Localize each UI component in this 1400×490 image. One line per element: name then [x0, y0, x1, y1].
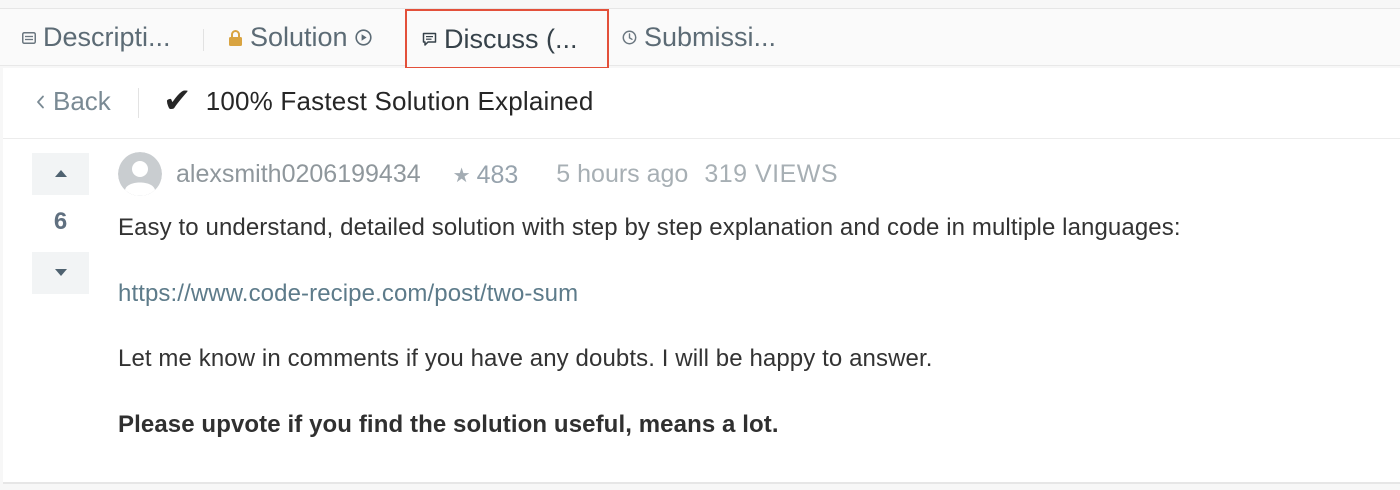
chevron-left-icon — [36, 95, 45, 109]
tab-label: Descripti... — [43, 22, 171, 52]
caret-up-icon — [54, 165, 68, 183]
post-timestamp: 5 hours ago — [556, 160, 689, 188]
topic-title: ✔ 100% Fastest Solution Explained — [163, 84, 593, 118]
discussion-panel: Back ✔ 100% Fastest Solution Explained 6 — [3, 68, 1400, 484]
clock-icon — [622, 30, 637, 45]
upvote-button[interactable] — [32, 153, 89, 195]
view-count: 319 VIEWS — [704, 160, 839, 188]
post-paragraph: Let me know in comments if you have any … — [118, 345, 933, 372]
play-circle-icon — [354, 29, 372, 46]
post-paragraph: Easy to understand, detailed solution wi… — [118, 214, 1181, 241]
lock-icon — [228, 29, 243, 47]
tab-submissions[interactable]: Submissi... — [622, 9, 776, 66]
tab-label: Submissi... — [644, 22, 777, 52]
topic-header: Back ✔ 100% Fastest Solution Explained — [3, 68, 1400, 139]
description-icon — [22, 31, 36, 44]
comment-icon — [422, 32, 437, 47]
reputation-value: 483 — [476, 161, 519, 189]
tab-label: Discuss (... — [444, 23, 578, 54]
checkmark-icon: ✔ — [163, 82, 192, 120]
default-avatar-icon — [118, 152, 162, 196]
avatar[interactable] — [118, 152, 162, 196]
back-label: Back — [53, 86, 111, 116]
author-username[interactable]: alexsmith0206199434 — [176, 160, 421, 189]
leetcode-problem-frame: Descripti... Solution Discuss (... Submi… — [0, 0, 1400, 490]
reputation: ★ 483 — [453, 161, 519, 190]
tab-description[interactable]: Descripti... — [22, 9, 171, 66]
header-divider — [138, 88, 139, 118]
solution-link[interactable]: https://www.code-recipe.com/post/two-sum — [118, 280, 578, 308]
back-button[interactable]: Back — [36, 86, 111, 117]
tab-label: Solution — [250, 22, 348, 52]
star-icon: ★ — [452, 165, 471, 187]
tab-divider — [203, 29, 204, 51]
tab-bar: Descripti... Solution Discuss (... Submi… — [0, 8, 1400, 69]
post-paragraph-bold: Please upvote if you find the solution u… — [118, 411, 779, 438]
tab-discuss[interactable]: Discuss (... — [405, 9, 609, 69]
tab-solution[interactable]: Solution — [228, 9, 372, 66]
topic-title-text: 100% Fastest Solution Explained — [205, 85, 594, 116]
caret-down-icon — [54, 264, 68, 282]
downvote-button[interactable] — [32, 252, 89, 294]
vote-count: 6 — [53, 208, 68, 235]
post-meta: alexsmith0206199434 ★ 483 5 hours ago 31… — [176, 160, 838, 190]
